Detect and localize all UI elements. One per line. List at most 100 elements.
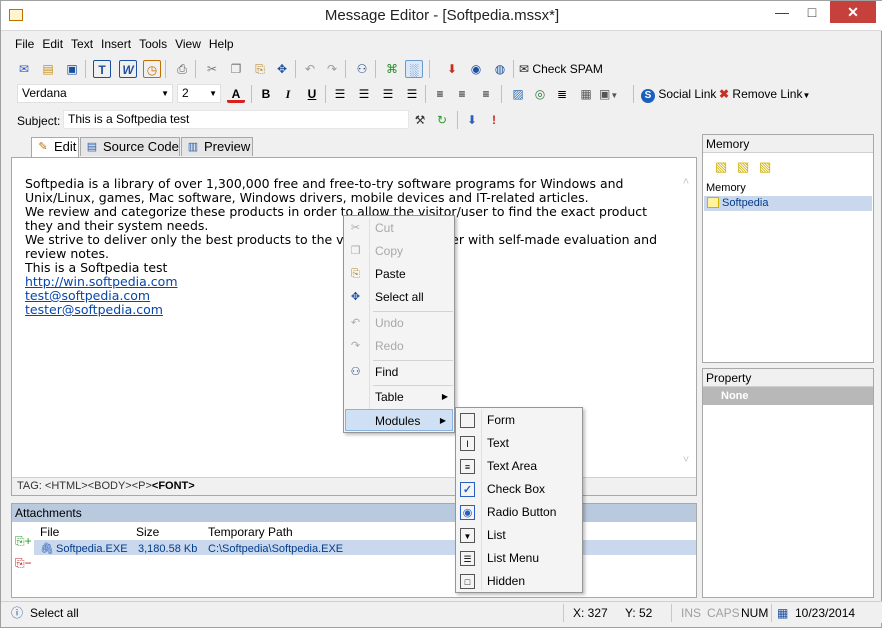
- menu-help[interactable]: Help: [205, 35, 238, 53]
- module-list-menu[interactable]: ☰ List Menu: [456, 547, 582, 569]
- chevron-down-icon: ▼: [161, 89, 169, 98]
- open-folder-icon[interactable]: ▤: [39, 60, 57, 78]
- font-combo[interactable]: Verdana ▼: [17, 84, 173, 103]
- module-text[interactable]: I Text: [456, 432, 582, 454]
- context-menu-table[interactable]: Table ▶: [344, 386, 454, 408]
- undo-icon[interactable]: ↶: [301, 60, 319, 78]
- check-spam-button[interactable]: ✉ Check SPAM: [519, 60, 603, 78]
- save-icon[interactable]: ▣: [63, 60, 81, 78]
- editor-scrollbar[interactable]: ˄ ˅: [680, 176, 692, 466]
- context-menu-modules[interactable]: Modules ▶: [345, 409, 453, 431]
- globe-icon[interactable]: ◍: [491, 60, 509, 78]
- text-mode-icon[interactable]: T: [93, 60, 111, 78]
- clock-icon[interactable]: ◷: [143, 60, 161, 78]
- minimize-button[interactable]: —: [767, 1, 797, 23]
- social-link-button[interactable]: S Social Link: [641, 85, 721, 103]
- select-all-icon[interactable]: ✥: [273, 60, 291, 78]
- paste-icon[interactable]: ⎘: [251, 60, 269, 78]
- import-icon[interactable]: ⬇: [443, 60, 461, 78]
- remove-attachment-icon[interactable]: ⎘−: [15, 556, 32, 571]
- image-icon[interactable]: ▨: [509, 85, 527, 103]
- chevron-up-icon[interactable]: ˄: [680, 176, 692, 188]
- indent-icon[interactable]: ☰: [403, 85, 421, 103]
- priority-high-icon[interactable]: !: [485, 111, 503, 129]
- module-radio-button[interactable]: ◉ Radio Button: [456, 501, 582, 523]
- editor-link[interactable]: http://win.softpedia.com: [25, 274, 178, 289]
- paperclip-icon: 🖇: [40, 543, 54, 555]
- memory-item[interactable]: Softpedia: [704, 196, 872, 211]
- menu-tools[interactable]: Tools: [135, 35, 171, 53]
- web-icon[interactable]: ◉: [467, 60, 485, 78]
- remove-link-button[interactable]: ✖ Remove Link▼: [719, 85, 823, 103]
- refresh-icon[interactable]: ↻: [433, 111, 451, 129]
- add-attachment-icon[interactable]: ⎘+: [15, 534, 32, 549]
- copy-icon[interactable]: ❐: [227, 60, 245, 78]
- bullet-list-icon[interactable]: ☰: [355, 85, 373, 103]
- editor-link[interactable]: test@softpedia.com: [25, 288, 150, 303]
- column-size[interactable]: Size: [136, 525, 159, 539]
- context-menu-copy[interactable]: ❐ Copy: [344, 240, 454, 262]
- align-left-icon[interactable]: ≡: [431, 85, 449, 103]
- window-title: Message Editor - [Softpedia.mssx*]: [324, 7, 560, 24]
- context-menu-redo[interactable]: ↷ Redo: [344, 335, 454, 357]
- align-center-icon[interactable]: ≡: [453, 85, 471, 103]
- module-check-box[interactable]: ✓ Check Box: [456, 478, 582, 500]
- underline-icon[interactable]: U: [303, 85, 321, 103]
- status-text: Select all: [30, 606, 79, 620]
- column-file[interactable]: File: [40, 525, 59, 539]
- editor-line: Softpedia is a library of over 1,300,000…: [25, 176, 624, 191]
- chevron-down-icon[interactable]: ˅: [680, 454, 692, 466]
- new-note-icon[interactable]: ▧: [715, 159, 727, 175]
- context-menu-paste[interactable]: ⎘ Paste: [344, 263, 454, 285]
- numbered-list-icon[interactable]: ☰: [331, 85, 349, 103]
- priority-low-icon[interactable]: ⬇: [463, 111, 481, 129]
- new-message-icon[interactable]: ✉: [15, 60, 33, 78]
- menu-edit[interactable]: Edit: [38, 35, 67, 53]
- context-menu-cut[interactable]: ✂ Cut: [344, 217, 454, 239]
- close-button[interactable]: ✕: [830, 1, 876, 23]
- table-row[interactable]: [34, 540, 696, 555]
- edit-note-icon[interactable]: ▧: [737, 159, 749, 175]
- module-form[interactable]: Form: [456, 409, 582, 431]
- font-size-combo[interactable]: 2 ▼: [177, 84, 221, 103]
- module-hidden[interactable]: □ Hidden: [456, 570, 582, 592]
- context-menu-undo[interactable]: ↶ Undo: [344, 312, 454, 334]
- menu-insert[interactable]: Insert: [97, 35, 135, 53]
- print-icon[interactable]: ⎙: [173, 60, 191, 78]
- current-tag[interactable]: <FONT>: [152, 480, 195, 492]
- redo-icon[interactable]: ↷: [323, 60, 341, 78]
- menu-text[interactable]: Text: [67, 35, 97, 53]
- select-all-icon: ✥: [350, 291, 361, 303]
- italic-icon[interactable]: I: [279, 85, 297, 103]
- undo-icon: ↶: [350, 317, 361, 329]
- align-right-icon[interactable]: ≡: [477, 85, 495, 103]
- menu-view[interactable]: View: [171, 35, 205, 53]
- grid-toggle-icon[interactable]: ░: [405, 60, 423, 78]
- link-icon[interactable]: ⌘: [383, 60, 401, 78]
- outdent-icon[interactable]: ☰: [379, 85, 397, 103]
- maximize-button[interactable]: □: [797, 1, 827, 23]
- tab-preview[interactable]: ▥ Preview: [181, 137, 253, 156]
- tab-source-code[interactable]: ▤ Source Code: [80, 137, 180, 156]
- word-icon[interactable]: W: [119, 60, 137, 78]
- module-text-area[interactable]: ≡ Text Area: [456, 455, 582, 477]
- tools-icon[interactable]: ⚒: [411, 111, 429, 129]
- module-list[interactable]: ▼ List: [456, 524, 582, 546]
- bold-icon[interactable]: B: [257, 85, 275, 103]
- find-icon[interactable]: ⚇: [353, 60, 371, 78]
- hyperlink-globe-icon[interactable]: ◎: [531, 85, 549, 103]
- column-temporary-path[interactable]: Temporary Path: [208, 525, 293, 539]
- subject-input[interactable]: This is a Softpedia test: [63, 110, 409, 129]
- paragraph-icon[interactable]: ≣: [553, 85, 571, 103]
- tab-edit[interactable]: ✎ Edit: [31, 137, 79, 157]
- cut-icon[interactable]: ✂: [203, 60, 221, 78]
- font-color-icon[interactable]: A: [227, 85, 245, 103]
- context-menu-find[interactable]: ⚇ Find: [344, 361, 454, 383]
- list-icon: ▼: [460, 528, 475, 543]
- context-menu-select-all[interactable]: ✥ Select all: [344, 286, 454, 308]
- menu-file[interactable]: File: [11, 35, 38, 53]
- editor-link[interactable]: tester@softpedia.com: [25, 302, 163, 317]
- insert-object-icon[interactable]: ▣▼: [599, 85, 629, 103]
- delete-note-icon[interactable]: ▧: [759, 159, 771, 175]
- table-icon[interactable]: ▦: [577, 85, 595, 103]
